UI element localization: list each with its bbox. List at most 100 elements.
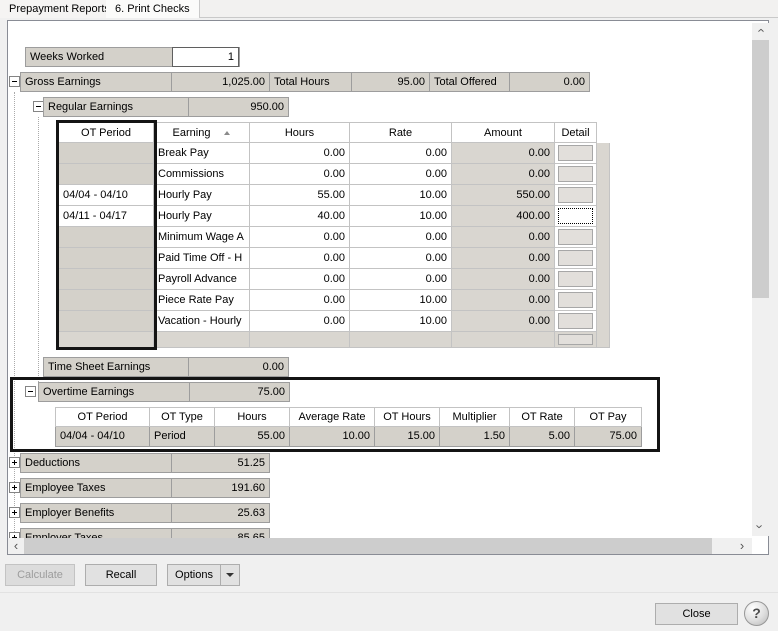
overtime-earnings-value: 75.00 (189, 383, 289, 401)
cell-hours: 0.00 (250, 227, 350, 248)
cell-earning: Vacation - Hourly (154, 311, 250, 332)
employer-benefits-label: Employer Benefits (21, 504, 171, 522)
calculate-button[interactable]: Calculate (5, 564, 75, 586)
detail-button[interactable] (558, 271, 593, 287)
cell-ot-period (58, 332, 154, 348)
options-button-label: Options (168, 565, 220, 585)
detail-button[interactable] (558, 334, 593, 345)
column-header-ot-rate[interactable]: OT Rate (510, 407, 575, 427)
tab-prepayment-reports[interactable]: Prepayment Reports (0, 0, 120, 18)
tab-print-checks[interactable]: 6. Print Checks (106, 0, 200, 18)
column-header-hours[interactable]: Hours (215, 407, 290, 427)
gross-earnings-label: Gross Earnings (21, 73, 171, 91)
detail-button[interactable] (558, 187, 593, 203)
table-row[interactable]: 04/04 - 04/10 Period 55.00 10.00 15.00 1… (55, 427, 642, 447)
cell-amount: 550.00 (452, 185, 555, 206)
table-row[interactable]: Paid Time Off - H 0.00 0.00 0.00 (58, 248, 597, 269)
column-header-earning[interactable]: Earning (154, 122, 250, 143)
cell-detail (555, 164, 597, 185)
expand-icon[interactable] (9, 457, 20, 468)
table-row[interactable]: Minimum Wage A 0.00 0.00 0.00 (58, 227, 597, 248)
cell-earning: Paid Time Off - H (154, 248, 250, 269)
vertical-scrollbar-thumb[interactable] (752, 40, 769, 298)
options-dropdown[interactable] (221, 565, 239, 585)
table-row[interactable]: Payroll Advance 0.00 0.00 0.00 (58, 269, 597, 290)
cell-rate: 0.00 (350, 248, 452, 269)
table-row[interactable]: Piece Rate Pay 0.00 10.00 0.00 (58, 290, 597, 311)
cell-amount (452, 332, 555, 348)
cell-earning: Hourly Pay (154, 185, 250, 206)
cell-hours: 0.00 (250, 248, 350, 269)
cell-amount: 0.00 (452, 311, 555, 332)
regular-earnings-table: OT Period Earning Hours Rate Amount Deta… (58, 122, 597, 348)
total-hours-label: Total Hours (269, 73, 351, 91)
scroll-up-icon[interactable]: › (752, 23, 769, 40)
help-button[interactable]: ? (744, 601, 769, 626)
cell-multiplier: 1.50 (440, 427, 510, 447)
table-row[interactable]: 04/04 - 04/10 Hourly Pay 55.00 10.00 550… (58, 185, 597, 206)
time-sheet-earnings-row: Time Sheet Earnings 0.00 (43, 357, 289, 377)
time-sheet-earnings-label: Time Sheet Earnings (44, 358, 188, 376)
expand-icon[interactable] (9, 507, 20, 518)
cell-detail (555, 311, 597, 332)
options-button[interactable]: Options (167, 564, 240, 586)
column-header-detail[interactable]: Detail (555, 122, 597, 143)
column-header-hours[interactable]: Hours (250, 122, 350, 143)
table-row[interactable]: Commissions 0.00 0.00 0.00 (58, 164, 597, 185)
total-offered-value: 0.00 (509, 73, 589, 91)
scroll-down-icon[interactable]: › (752, 519, 769, 536)
detail-button-focused[interactable] (558, 208, 593, 224)
employee-taxes-label: Employee Taxes (21, 479, 171, 497)
cell-detail (555, 248, 597, 269)
column-header-ot-hours[interactable]: OT Hours (375, 407, 440, 427)
collapse-icon[interactable] (25, 386, 36, 397)
horizontal-scrollbar[interactable]: ‹ › (8, 538, 752, 554)
cell-hours: 55.00 (215, 427, 290, 447)
regular-earnings-label: Regular Earnings (44, 98, 188, 116)
cell-ot-pay: 75.00 (575, 427, 642, 447)
cell-ot-period (58, 248, 154, 269)
cell-amount: 0.00 (452, 164, 555, 185)
weeks-worked-input[interactable] (172, 47, 239, 67)
cell-rate (350, 332, 452, 348)
scroll-left-icon[interactable]: ‹ (8, 538, 24, 554)
employer-benefits-value: 25.63 (171, 504, 269, 522)
scroll-right-icon[interactable]: › (734, 538, 750, 554)
deductions-row: Deductions 51.25 (20, 453, 270, 473)
detail-button[interactable] (558, 166, 593, 182)
table-side-filler (597, 143, 610, 348)
collapse-icon[interactable] (9, 76, 20, 87)
table-row[interactable]: 04/11 - 04/17 Hourly Pay 40.00 10.00 400… (58, 206, 597, 227)
column-header-ot-period[interactable]: OT Period (55, 407, 150, 427)
detail-button[interactable] (558, 145, 593, 161)
column-header-amount[interactable]: Amount (452, 122, 555, 143)
employer-benefits-row: Employer Benefits 25.63 (20, 503, 270, 523)
cell-ot-rate: 5.00 (510, 427, 575, 447)
employee-taxes-value: 191.60 (171, 479, 269, 497)
column-header-ot-period[interactable]: OT Period (58, 122, 154, 143)
horizontal-scrollbar-thumb[interactable] (24, 538, 712, 554)
detail-button[interactable] (558, 229, 593, 245)
column-header-ot-type[interactable]: OT Type (150, 407, 215, 427)
recall-button[interactable]: Recall (85, 564, 157, 586)
expand-icon[interactable] (9, 482, 20, 493)
weeks-worked-label: Weeks Worked (26, 48, 172, 66)
cell-earning: Break Pay (154, 143, 250, 164)
cell-hours: 40.00 (250, 206, 350, 227)
column-header-average-rate[interactable]: Average Rate (290, 407, 375, 427)
detail-button[interactable] (558, 250, 593, 266)
detail-button[interactable] (558, 292, 593, 308)
detail-button[interactable] (558, 313, 593, 329)
cell-rate: 10.00 (350, 206, 452, 227)
close-button[interactable]: Close (655, 603, 738, 625)
column-header-rate[interactable]: Rate (350, 122, 452, 143)
cell-detail (555, 332, 597, 348)
column-header-ot-pay[interactable]: OT Pay (575, 407, 642, 427)
tree-line (38, 117, 39, 392)
table-row-empty[interactable] (58, 332, 597, 348)
table-row[interactable]: Vacation - Hourly 0.00 10.00 0.00 (58, 311, 597, 332)
column-header-multiplier[interactable]: Multiplier (440, 407, 510, 427)
vertical-scrollbar[interactable]: › › (752, 23, 769, 536)
table-row[interactable]: Break Pay 0.00 0.00 0.00 (58, 143, 597, 164)
cell-ot-period: 04/04 - 04/10 (55, 427, 150, 447)
